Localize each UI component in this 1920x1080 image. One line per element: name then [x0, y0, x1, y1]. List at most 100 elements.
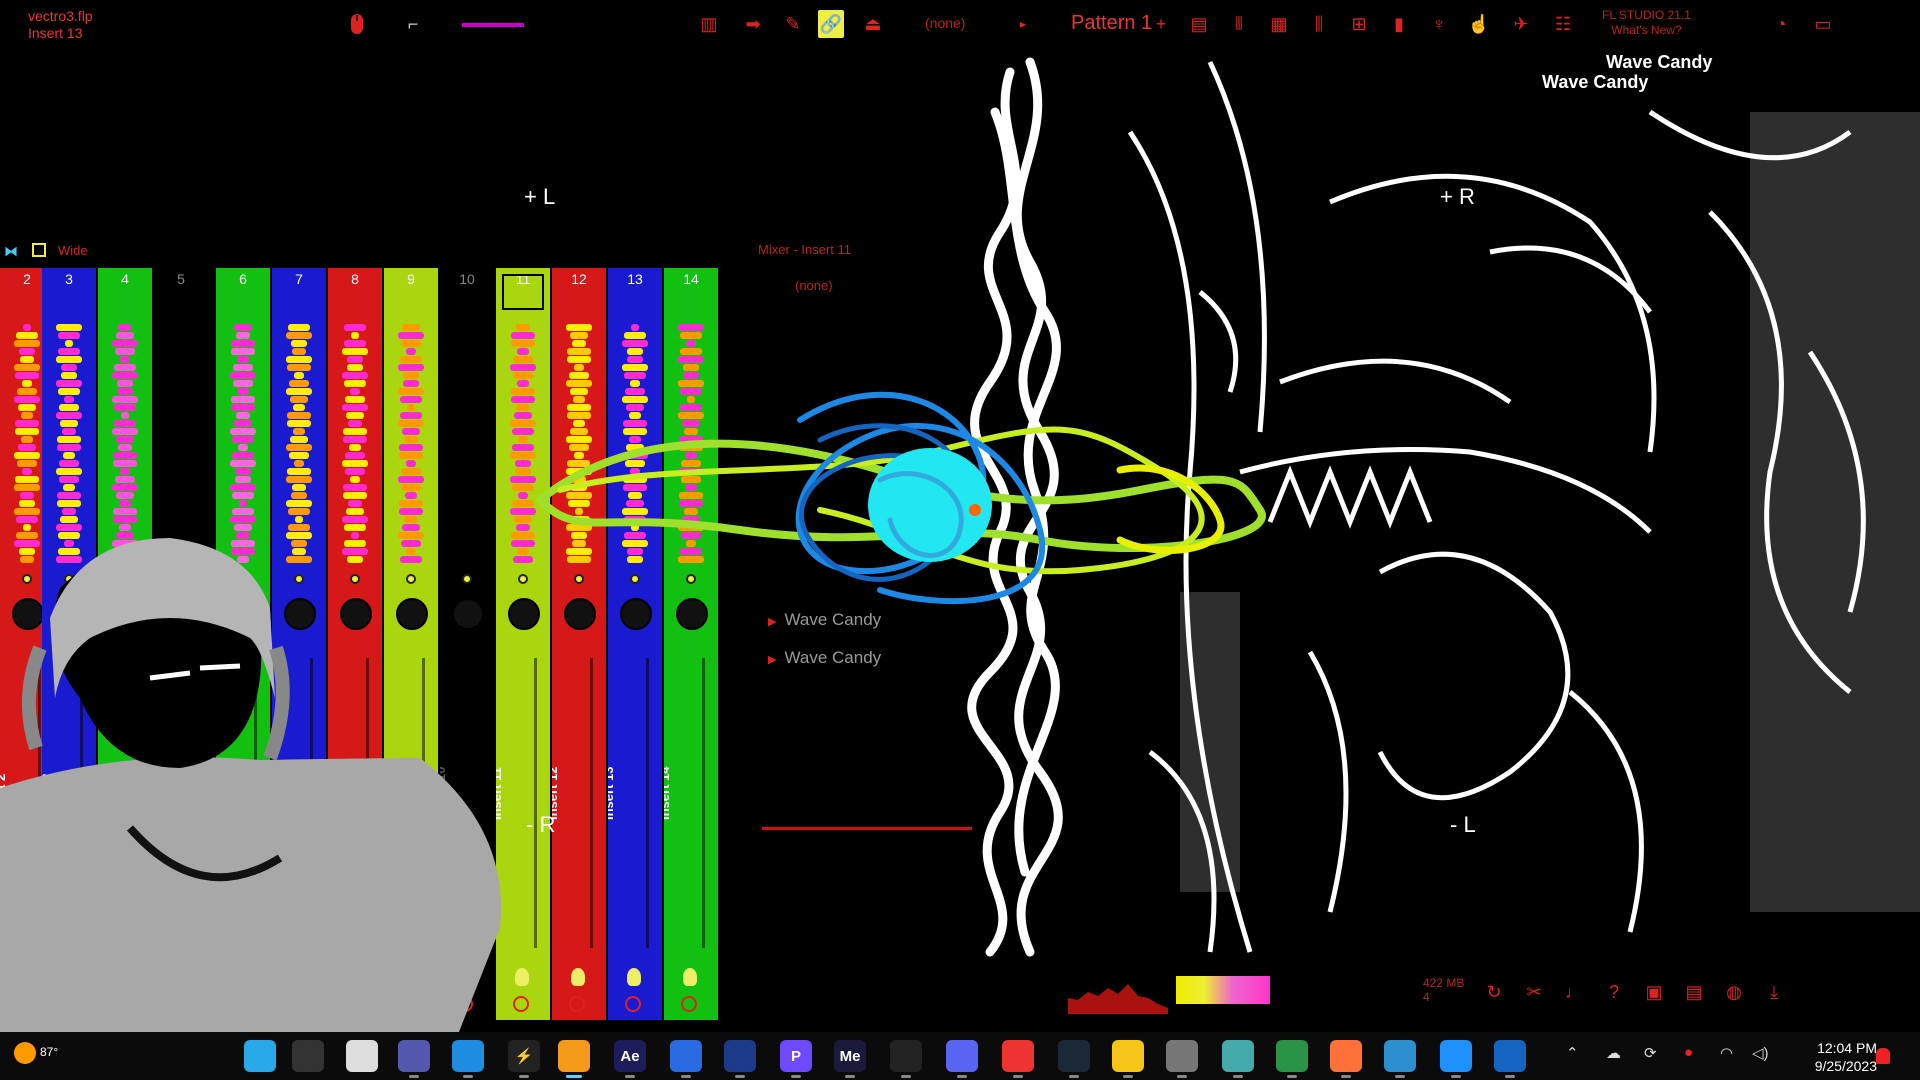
track-number[interactable]: 14 — [664, 268, 718, 316]
notification-bell-icon[interactable] — [1876, 1048, 1890, 1064]
fx-slot-2[interactable]: ▶ Wave Candy — [768, 648, 881, 668]
track-volume-fader[interactable] — [534, 658, 537, 948]
proton-app-icon[interactable]: P — [780, 1040, 812, 1078]
pattern-prev-icon[interactable]: ▸ — [1010, 10, 1036, 38]
mixer-view-label[interactable]: Wide — [58, 243, 88, 258]
volume-icon[interactable]: ◁) — [1752, 1044, 1769, 1062]
tool-app-icon[interactable] — [1494, 1040, 1526, 1078]
windows-start-icon[interactable] — [244, 1040, 276, 1072]
step-seq-icon[interactable]: ▦ — [1266, 10, 1292, 38]
piano-roll-icon[interactable]: ▤ — [1186, 10, 1212, 38]
record-icon[interactable]: ✈ — [1508, 10, 1534, 38]
cpu-graph — [1068, 984, 1168, 1014]
browser-app-icon[interactable] — [1276, 1040, 1308, 1078]
track-volume-fader[interactable] — [702, 658, 705, 948]
arrow-icon[interactable]: ➡ — [740, 10, 766, 38]
pattern-name[interactable]: Pattern 1 — [1071, 12, 1152, 35]
firefox-app-icon[interactable] — [1330, 1040, 1362, 1078]
monitor-app-icon[interactable] — [1222, 1040, 1254, 1078]
capture-app-icon[interactable] — [724, 1040, 756, 1078]
cloud-icon[interactable]: ☁ — [1606, 1044, 1621, 1062]
bulb-icon[interactable] — [515, 968, 529, 986]
media-encoder-app-icon[interactable]: Me — [834, 1040, 866, 1078]
mixer-layout-icon[interactable] — [32, 243, 46, 257]
export-icon[interactable]: ▤ — [1682, 982, 1706, 1006]
taskbar-clock[interactable]: 12:04 PM 9/25/2023 — [1795, 1039, 1877, 1075]
track-number[interactable]: 4 — [98, 268, 152, 316]
fl-version[interactable]: FL STUDIO 21.1 What's New? — [1602, 8, 1691, 38]
mixer-view-icon[interactable]: ⧓ — [4, 243, 18, 260]
weather-widget[interactable]: 87° — [14, 1042, 58, 1064]
clipboard-icon[interactable]: ☷ — [1550, 10, 1576, 38]
pitch-slider[interactable] — [462, 23, 524, 27]
sync-icon[interactable]: ⟳ — [1644, 1044, 1657, 1062]
shield-app-icon[interactable] — [670, 1040, 702, 1078]
brush-icon[interactable]: ✎ — [780, 10, 806, 38]
search-app-icon[interactable] — [292, 1040, 324, 1072]
discord-app-icon[interactable] — [946, 1040, 978, 1078]
add-pattern-icon[interactable]: + — [1148, 10, 1174, 38]
mic-record-icon[interactable]: ♩ — [1562, 982, 1586, 1006]
link-icon[interactable]: 🔗 — [818, 10, 844, 38]
clock-icon[interactable] — [625, 996, 641, 1012]
obs-app-icon[interactable] — [890, 1040, 922, 1078]
track-number[interactable]: 13 — [608, 268, 662, 316]
save-icon[interactable]: ▣ — [1642, 982, 1666, 1006]
clock-icon[interactable] — [681, 996, 697, 1012]
edge-app-icon[interactable] — [452, 1040, 484, 1078]
metronome-icon[interactable]: ⌐ — [400, 10, 426, 38]
mouse-icon[interactable] — [344, 10, 370, 38]
plugin-icon[interactable]: ▮ — [1386, 10, 1412, 38]
help-icon[interactable]: ? — [1602, 982, 1626, 1006]
bulb-icon[interactable] — [571, 968, 585, 986]
bulb-icon[interactable] — [627, 968, 641, 986]
channel-rack-icon[interactable]: ⫴ — [1226, 10, 1252, 38]
mic-icon[interactable]: ♆ — [1426, 10, 1452, 38]
clock-icon[interactable] — [569, 996, 585, 1012]
fullscreen-icon[interactable]: ▭ — [1810, 10, 1836, 38]
track-number[interactable]: 5 — [154, 268, 208, 316]
clock-icon[interactable] — [513, 996, 529, 1012]
pattern-selector[interactable]: (none) — [925, 15, 965, 31]
download-icon[interactable]: ⤓ — [1762, 982, 1786, 1006]
microphone-icon[interactable]: ● — [1684, 1044, 1693, 1061]
winamp-app-icon[interactable]: ⚡ — [508, 1040, 540, 1078]
track-number[interactable]: 9 — [384, 268, 438, 316]
steam-app-icon[interactable] — [1058, 1040, 1090, 1078]
track-number[interactable]: 10 — [440, 268, 494, 316]
playlist-icon[interactable]: ▥ — [696, 10, 722, 38]
cpu-icon[interactable]: ◔ — [1768, 10, 1794, 38]
file-explorer-icon[interactable] — [346, 1040, 378, 1072]
mixer-input-selector[interactable]: (none) — [795, 278, 833, 293]
bulb-icon[interactable] — [683, 968, 697, 986]
touch-icon[interactable]: ☝ — [1466, 10, 1492, 38]
track-volume-fader[interactable] — [590, 658, 593, 948]
whats-new-link[interactable]: What's New? — [1602, 23, 1691, 38]
cut-icon[interactable]: ✂ — [1522, 982, 1546, 1006]
undo-icon[interactable]: ↻ — [1482, 982, 1506, 1006]
windows-taskbar: 87° ⚡ Ae P Me ⌃ ☁ ⟳ ● ◠ ◁) 12:04 PM 9/25/20… — [0, 1032, 1920, 1080]
after-effects-app-icon[interactable]: Ae — [614, 1040, 646, 1078]
browser-icon[interactable]: ⊞ — [1346, 10, 1372, 38]
mixer-icon[interactable]: ⫼ — [1306, 10, 1332, 38]
track-number[interactable]: 3 — [42, 268, 96, 316]
wifi-icon[interactable]: ◠ — [1720, 1044, 1733, 1062]
settings-app-icon[interactable] — [1166, 1040, 1198, 1078]
track-number[interactable]: 6 — [216, 268, 270, 316]
chevron-up-icon[interactable]: ⌃ — [1566, 1044, 1579, 1062]
sun-icon — [14, 1042, 36, 1064]
track-number[interactable]: 12 — [552, 268, 606, 316]
track-number[interactable]: 8 — [328, 268, 382, 316]
track-number[interactable]: 11 — [496, 268, 550, 316]
track-number[interactable]: 7 — [272, 268, 326, 316]
teams-app-icon[interactable] — [398, 1040, 430, 1078]
stamp-icon[interactable]: ⏏ — [860, 10, 886, 38]
fl-studio-app-icon[interactable] — [558, 1040, 590, 1078]
chat-icon[interactable]: ◍ — [1722, 982, 1746, 1006]
folder-app-icon[interactable] — [1112, 1040, 1144, 1078]
chrome-app-icon[interactable] — [1002, 1040, 1034, 1078]
track-volume-fader[interactable] — [646, 658, 649, 948]
photos-app-icon[interactable] — [1384, 1040, 1416, 1078]
mixer-send-line — [762, 827, 972, 830]
paint-app-icon[interactable] — [1440, 1040, 1472, 1078]
